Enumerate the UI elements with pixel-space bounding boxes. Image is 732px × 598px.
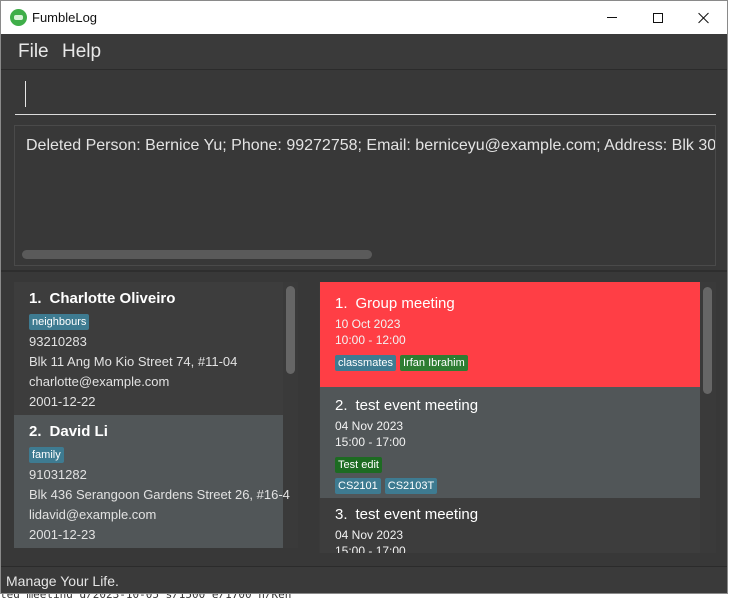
menu-bar: File Help bbox=[1, 34, 727, 70]
status-message: Manage Your Life. bbox=[6, 573, 119, 589]
event-index: 2. bbox=[335, 397, 348, 414]
person-email: charlotte@example.com bbox=[29, 374, 170, 389]
event-name: test event meeting bbox=[355, 397, 479, 414]
menu-help[interactable]: Help bbox=[62, 41, 101, 63]
event-group-tags: CS2101 CS2103T bbox=[335, 476, 700, 497]
result-display[interactable]: Deleted Person: Bernice Yu; Phone: 99272… bbox=[14, 125, 716, 266]
person-address: Blk 436 Serangoon Gardens Street 26, #16… bbox=[29, 487, 290, 502]
maximize-button[interactable] bbox=[635, 1, 681, 34]
command-input[interactable] bbox=[15, 78, 716, 115]
event-list-panel[interactable]: 1. Group meeting 10 Oct 2023 10:00 - 12:0… bbox=[319, 282, 716, 553]
app-logo-icon bbox=[10, 9, 27, 26]
event-name: test event meeting bbox=[355, 506, 479, 523]
close-icon bbox=[698, 12, 710, 24]
group-tag: CS2103T bbox=[384, 478, 438, 494]
person-name: Charlotte Oliveiro bbox=[49, 290, 176, 307]
event-title-row: 2. test event meeting bbox=[335, 397, 700, 418]
status-bar: Manage Your Life. bbox=[1, 566, 727, 593]
person-birthday: 2001-12-22 bbox=[29, 394, 96, 409]
event-time: 15:00 - 17:00 bbox=[335, 435, 406, 449]
close-button[interactable] bbox=[681, 1, 727, 34]
minimize-button[interactable] bbox=[589, 1, 635, 34]
minimize-icon bbox=[607, 17, 617, 18]
person-list-panel[interactable]: 1. Charlotte Oliveiro neighbours 93210283… bbox=[14, 282, 298, 548]
person-tags: family bbox=[29, 445, 283, 465]
tag-label: family bbox=[29, 447, 64, 463]
event-date: 10 Oct 2023 bbox=[335, 317, 401, 331]
person-index: 2. bbox=[29, 423, 42, 440]
person-birthday: 2001-12-23 bbox=[29, 527, 96, 542]
event-date: 04 Nov 2023 bbox=[335, 419, 404, 433]
person-phone: 93210283 bbox=[29, 334, 87, 349]
title-bar: FumbleLog bbox=[1, 1, 727, 34]
tag-label: neighbours bbox=[29, 314, 90, 330]
person-name: David Li bbox=[49, 423, 108, 440]
person-card[interactable]: 1. Charlotte Oliveiro neighbours 93210283… bbox=[14, 282, 283, 415]
person-address: Blk 11 Ang Mo Kio Street 74, #11-04 bbox=[29, 354, 238, 369]
event-person-tags: Test edit bbox=[335, 455, 700, 476]
event-index: 3. bbox=[335, 506, 348, 523]
event-date: 04 Nov 2023 bbox=[335, 528, 404, 542]
result-message: Deleted Person: Bernice Yu; Phone: 99272… bbox=[26, 137, 716, 154]
group-tag: classmates bbox=[335, 355, 397, 371]
event-card[interactable]: 1. Group meeting 10 Oct 2023 10:00 - 12:0… bbox=[320, 282, 700, 387]
command-box bbox=[1, 70, 727, 122]
event-name: Group meeting bbox=[355, 295, 455, 312]
person-list-scrollbar[interactable] bbox=[286, 286, 295, 374]
menu-file[interactable]: File bbox=[18, 41, 49, 63]
person-name-row: 1. Charlotte Oliveiro bbox=[29, 290, 283, 312]
event-time: 10:00 - 12:00 bbox=[335, 333, 406, 347]
person-name-row: 2. David Li bbox=[29, 423, 283, 445]
person-email: lidavid@example.com bbox=[29, 507, 157, 522]
event-tags: classmates Irfan Ibrahim bbox=[335, 353, 700, 374]
group-tag: CS2101 bbox=[335, 478, 381, 494]
window-title: FumbleLog bbox=[32, 10, 98, 25]
event-card[interactable]: 2. test event meeting 04 Nov 2023 15:00 -… bbox=[320, 387, 700, 498]
person-tag: Irfan Ibrahim bbox=[400, 355, 468, 371]
event-time: 15:00 - 17:00 bbox=[335, 544, 406, 553]
event-title-row: 1. Group meeting bbox=[335, 295, 700, 316]
event-list-scrollbar[interactable] bbox=[703, 287, 712, 394]
text-caret bbox=[25, 81, 26, 107]
person-card[interactable]: 2. David Li family 91031282 Blk 436 Seran… bbox=[14, 415, 290, 548]
person-phone: 91031282 bbox=[29, 467, 87, 482]
result-horizontal-scrollbar[interactable] bbox=[22, 250, 372, 259]
person-tags: neighbours bbox=[29, 312, 283, 332]
event-index: 1. bbox=[335, 295, 348, 312]
person-index: 1. bbox=[29, 290, 42, 307]
app-window: FumbleLog File Help Deleted Person: Bern… bbox=[0, 0, 728, 594]
panel-divider bbox=[1, 270, 727, 272]
maximize-icon bbox=[653, 12, 663, 23]
event-title-row: 3. test event meeting bbox=[335, 506, 700, 527]
person-tag: Test edit bbox=[335, 457, 382, 473]
event-card[interactable]: 3. test event meeting 04 Nov 2023 15:00 -… bbox=[320, 498, 700, 553]
